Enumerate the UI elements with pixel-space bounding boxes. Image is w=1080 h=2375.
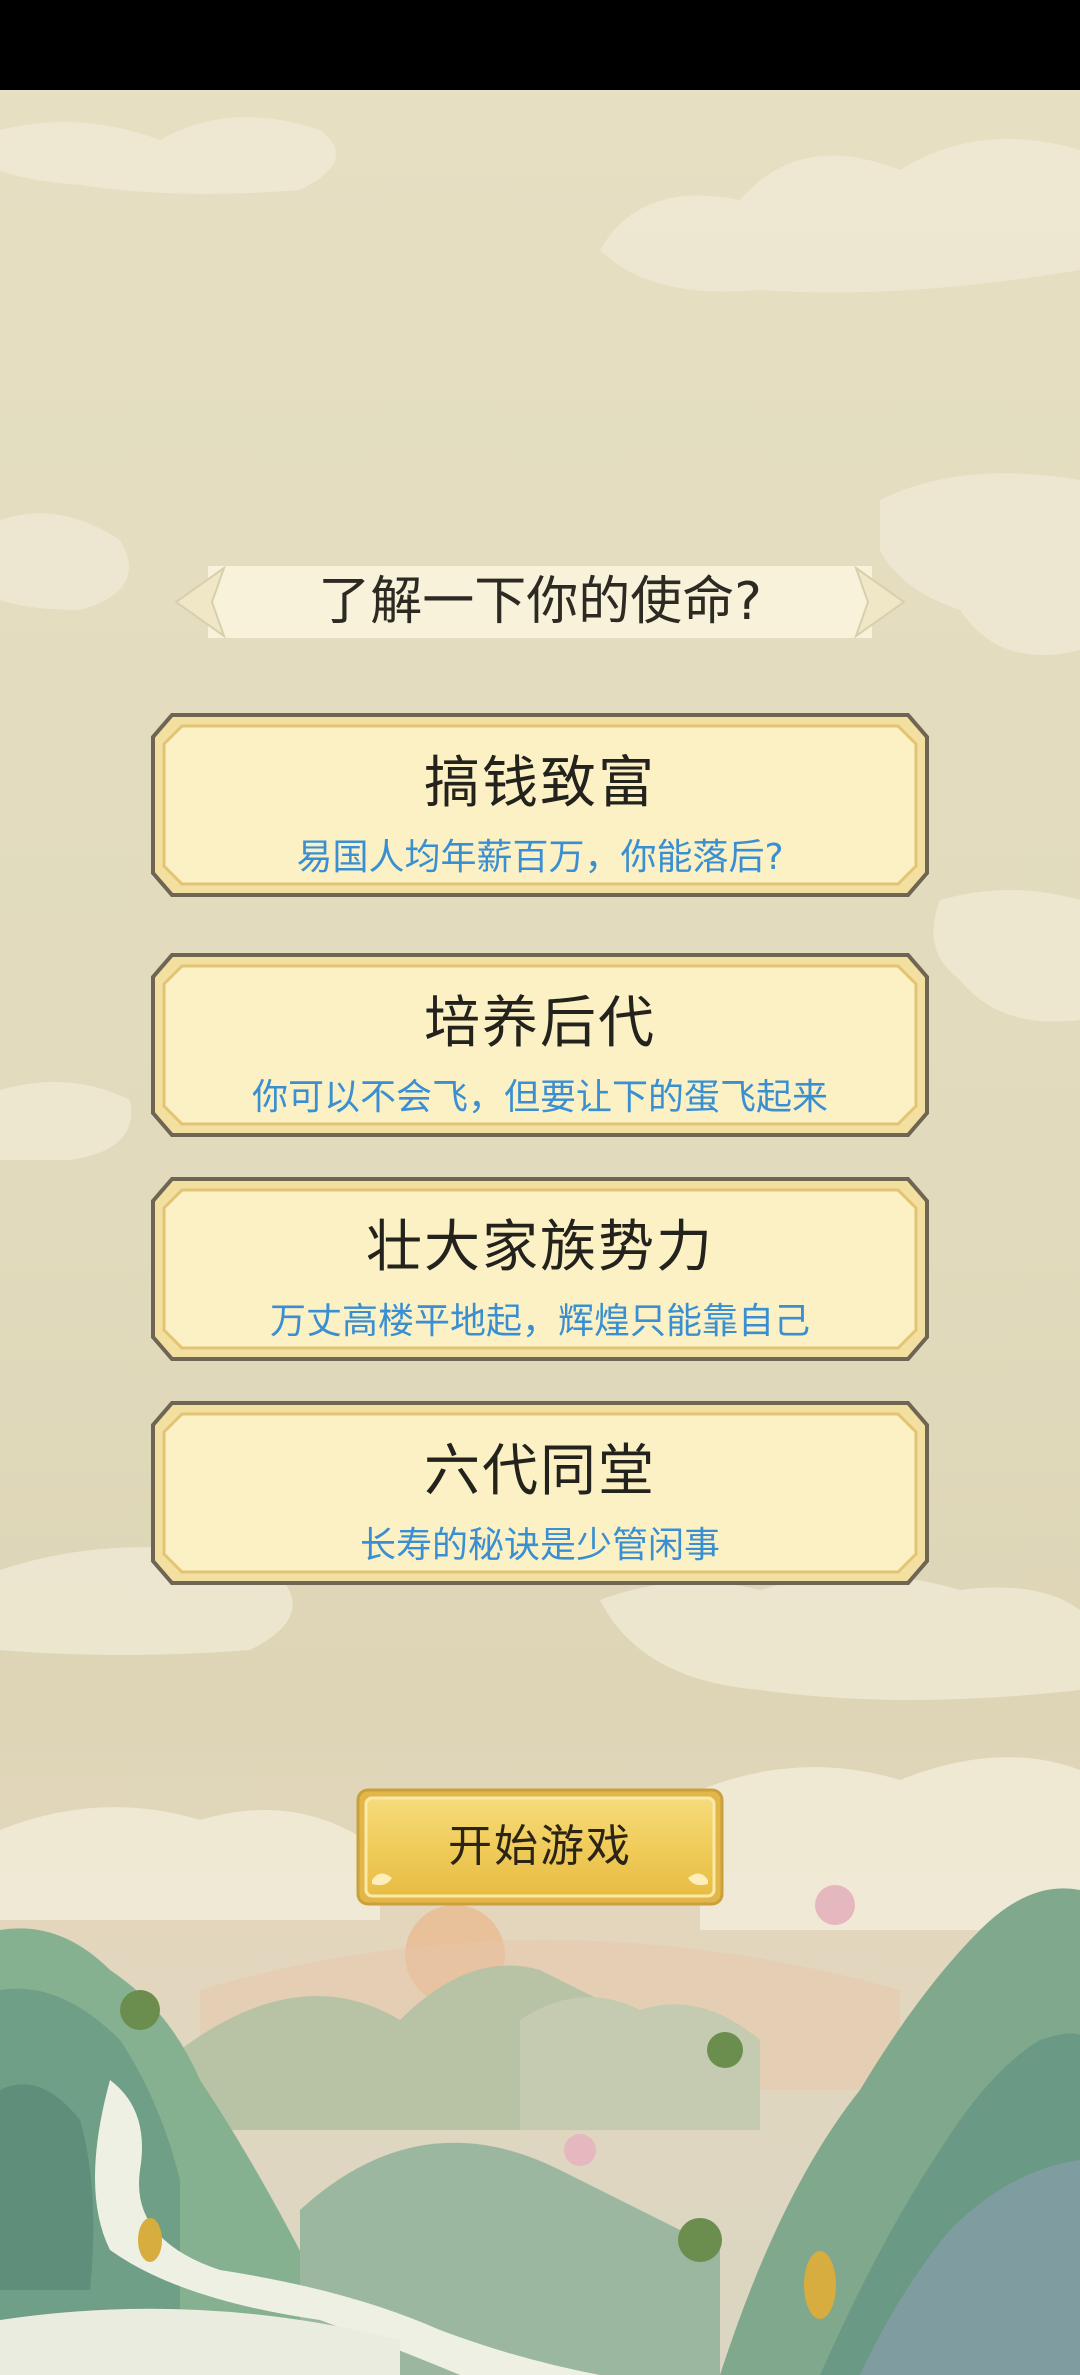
game-screen: 了解一下你的使命? 搞钱致富 易国人均年薪百万，你能落后? 培养后代 你可以不会…: [0, 0, 1080, 2375]
option-description: 易国人均年薪百万，你能落后?: [296, 837, 784, 878]
option-description: 长寿的秘诀是少管闲事: [359, 1525, 720, 1566]
page-title: 了解一下你的使命?: [318, 572, 762, 632]
status-bar: [0, 0, 1080, 90]
start-game-button[interactable]: 开始游戏: [356, 1788, 724, 1906]
option-description: 万丈高楼平地起，辉煌只能靠自己: [269, 1301, 810, 1342]
option-card-grow-clan[interactable]: 壮大家族势力 万丈高楼平地起，辉煌只能靠自己: [150, 1176, 930, 1362]
option-title: 培养后代: [424, 991, 656, 1056]
option-card-raise-offspring[interactable]: 培养后代 你可以不会飞，但要让下的蛋飞起来: [150, 952, 930, 1138]
option-title: 搞钱致富: [424, 751, 656, 816]
title-banner: 了解一下你的使命?: [168, 562, 912, 642]
option-card-six-generations[interactable]: 六代同堂 长寿的秘诀是少管闲事: [150, 1400, 930, 1586]
option-description: 你可以不会飞，但要让下的蛋飞起来: [251, 1077, 828, 1118]
start-game-label: 开始游戏: [448, 1821, 632, 1872]
option-title: 六代同堂: [424, 1439, 656, 1504]
option-card-make-money[interactable]: 搞钱致富 易国人均年薪百万，你能落后?: [150, 712, 930, 898]
option-title: 壮大家族势力: [366, 1215, 714, 1280]
